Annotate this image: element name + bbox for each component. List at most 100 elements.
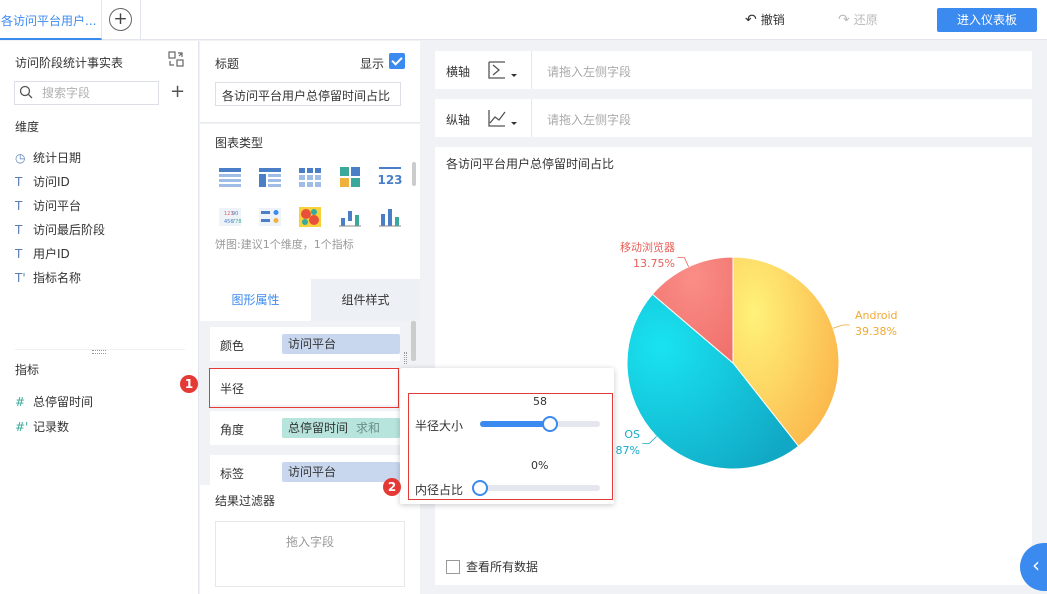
svg-text:90: 90 [232, 211, 238, 217]
search-input[interactable] [42, 85, 152, 101]
chart-type-section: 图表类型 123 123 90 456 778 饼图:建议1个维度，1个指标 [200, 124, 420, 358]
title-label: 标题 [215, 57, 240, 71]
x-axis-sort-icon[interactable] [487, 59, 521, 81]
tab-chart-component[interactable]: 各访问平台用户... [0, 0, 102, 40]
text-type-icon: T [15, 223, 23, 237]
field-pill-color[interactable]: 访问平台 [282, 334, 400, 354]
field-label: 访问平台 [33, 199, 82, 213]
field-label: 用户ID [33, 247, 70, 261]
property-color[interactable]: 颜色 访问平台 [210, 327, 400, 361]
label-leader-line [833, 324, 850, 329]
add-tab-button[interactable]: + [109, 8, 132, 31]
config-panel: 标题 显示 各访问平台用户总停留时间占比 图表类型 123 123 90 456… [180, 41, 420, 594]
dimension-field[interactable]: ◷ 统计日期 [15, 149, 81, 167]
field-pill-angle[interactable]: 总停留时间 求和 [282, 418, 400, 438]
chart-type-scrollbar[interactable] [412, 162, 416, 186]
chart-type-label: 图表类型 [215, 136, 264, 150]
field-label: 指标名称 [33, 271, 82, 285]
pie-chart[interactable]: Android 39.38% OS 87% 移动浏览器 13.75% [435, 147, 1032, 585]
y-axis-sort-icon[interactable] [487, 107, 521, 129]
text-calc-icon: T' [15, 271, 26, 285]
property-scrollbar[interactable] [411, 321, 416, 361]
slider-highlight [408, 393, 613, 500]
slice-label-percent: 13.75% [633, 257, 675, 270]
tab-component-style[interactable]: 组件样式 [311, 279, 420, 321]
detail-table-icon[interactable] [298, 166, 322, 188]
field-label: 记录数 [33, 420, 70, 434]
chevron-left-icon: ‹ [1032, 553, 1040, 577]
undo-button[interactable]: ↶ 撤销 [745, 11, 785, 28]
step-badge: 2 [383, 478, 401, 496]
y-axis-shelf: 纵轴 请拖入左侧字段 [435, 99, 1032, 137]
divider [140, 0, 141, 40]
property-label-field[interactable]: 标签 访问平台 [210, 455, 400, 485]
slice-label-name: Android [855, 309, 898, 322]
field-panel: 访问阶段统计事实表 + 维度 ◷ 统计日期 T 访问ID T 访问平台 T 访问最后阶段… [0, 41, 199, 594]
field-label: 访问ID [33, 175, 70, 189]
slice-label-name: 移动浏览器 [620, 240, 675, 254]
pill-aggregation: 求和 [356, 421, 381, 435]
show-title-checkbox[interactable] [389, 53, 405, 69]
radius-highlight [209, 368, 399, 408]
table-chart-icon[interactable] [218, 166, 242, 188]
crosstab-chart-icon[interactable] [258, 166, 282, 188]
text-type-icon: T [15, 247, 23, 261]
dimension-field[interactable]: T 访问平台 [15, 197, 81, 215]
svg-text:123: 123 [378, 173, 402, 187]
clock-icon: ◷ [15, 151, 26, 165]
waterfall-chart-icon[interactable] [338, 206, 362, 228]
filter-drop-zone[interactable]: 拖入字段 [215, 521, 405, 587]
undo-label: 撤销 [760, 13, 785, 27]
x-axis-shelf: 横轴 请拖入左侧字段 [435, 51, 1032, 89]
color-table-icon[interactable] [338, 166, 362, 188]
field-label: 总停留时间 [33, 395, 94, 409]
switch-dataset-icon[interactable] [168, 51, 184, 67]
resize-handle[interactable] [92, 350, 106, 354]
search-box [14, 81, 159, 105]
pie-slices [626, 256, 840, 470]
side-resize-handle[interactable] [404, 352, 407, 364]
dimension-field[interactable]: T 访问最后阶段 [15, 221, 105, 239]
slice-label-percent: 87% [616, 444, 640, 457]
redo-label: 还原 [853, 13, 878, 27]
property-tabs: 图形属性 组件样式 [200, 279, 420, 321]
kpi-number-icon[interactable]: 123 [378, 166, 402, 188]
bar-chart-icon[interactable] [378, 206, 402, 228]
see-all-data-checkbox[interactable]: 查看所有数据 [446, 558, 538, 575]
checkbox-box [446, 560, 460, 574]
dimension-field[interactable]: T 访问ID [15, 173, 70, 191]
title-section: 标题 显示 各访问平台用户总停留时间占比 [200, 41, 420, 123]
property-angle[interactable]: 角度 总停留时间 求和 [210, 411, 400, 445]
redo-icon: ↷ [838, 12, 850, 28]
measure-field[interactable]: # 总停留时间 [15, 393, 93, 411]
label-leader-line [642, 436, 657, 444]
enter-dashboard-button[interactable]: 进入仪表板 [937, 8, 1037, 32]
field-pill-label[interactable]: 访问平台 [282, 462, 400, 482]
field-label: 统计日期 [33, 151, 82, 165]
measures-title: 指标 [15, 363, 40, 377]
divider [531, 51, 532, 89]
dimension-field[interactable]: T' 指标名称 [15, 269, 81, 287]
measure-field[interactable]: #' 记录数 [15, 418, 69, 436]
dataset-title: 访问阶段统计事实表 [15, 56, 124, 70]
x-axis-drop-zone[interactable]: 请拖入左侧字段 [547, 63, 631, 80]
filter-title: 结果过滤器 [215, 494, 276, 508]
see-all-label: 查看所有数据 [466, 560, 539, 574]
divider [531, 99, 532, 137]
chart-type-hint: 饼图:建议1个维度，1个指标 [215, 238, 354, 251]
search-icon [19, 85, 33, 99]
top-toolbar: 各访问平台用户... + ↶ 撤销 ↷ 还原 进入仪表板 [0, 0, 1047, 40]
progress-table-icon[interactable] [258, 206, 282, 228]
dimension-field[interactable]: T 用户ID [15, 245, 70, 263]
result-filter-section: 结果过滤器 拖入字段 [200, 485, 420, 594]
slice-label-percent: 39.38% [855, 325, 897, 338]
tab-graphic-properties[interactable]: 图形属性 [200, 279, 311, 321]
redo-button[interactable]: ↷ 还原 [838, 11, 878, 28]
step-badge: 1 [180, 375, 198, 393]
y-axis-drop-zone[interactable]: 请拖入左侧字段 [547, 111, 631, 128]
hash-calc-icon: #' [15, 420, 29, 434]
add-field-button[interactable]: + [170, 82, 185, 102]
chart-title-input[interactable]: 各访问平台用户总停留时间占比 [215, 82, 401, 106]
heatmap-chart-icon[interactable] [298, 206, 322, 228]
number-grid-icon[interactable]: 12390456778 [218, 206, 242, 228]
